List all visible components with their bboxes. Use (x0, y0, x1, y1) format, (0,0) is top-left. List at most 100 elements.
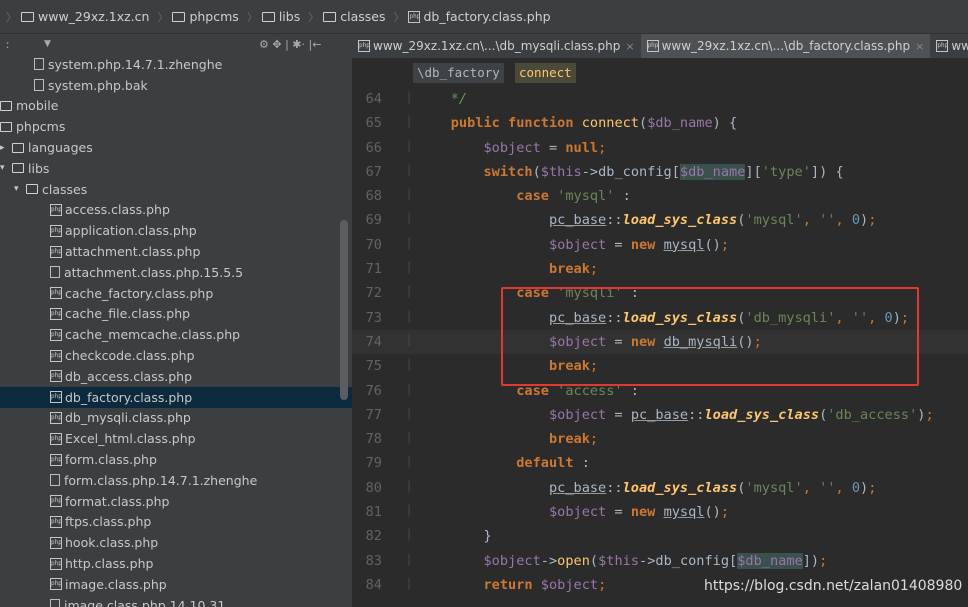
breadcrumb-item[interactable]: 〉 libs (241, 9, 302, 25)
chevron-down-icon[interactable]: ▼ (44, 39, 51, 49)
fold-marker-icon[interactable]: │ (406, 524, 412, 548)
code-token: , (802, 479, 820, 496)
line-number: 80 (365, 479, 382, 496)
tree-item[interactable]: php http.class.php (0, 553, 352, 574)
toolbar-icons[interactable]: ⚙ ✥ | ✱· |← (259, 38, 321, 51)
breadcrumb-item[interactable]: 〉 php db_factory.class.php (387, 9, 552, 25)
editor-tab[interactable]: php www_29xz.1xz.cn\...\db_factory.class.… (640, 34, 931, 58)
expand-arrow-icon[interactable]: ▾ (0, 163, 12, 173)
method-crumb[interactable]: connect (515, 63, 576, 83)
tree-item[interactable]: php checkcode.class.php (0, 345, 352, 366)
collapse-arrow-icon[interactable]: ▸ (0, 143, 12, 153)
editor-tab[interactable]: phpwww (930, 34, 968, 58)
code-line[interactable]: 79 │ default : (352, 451, 968, 475)
fold-marker-icon[interactable]: │ (406, 379, 412, 403)
tree-item[interactable]: php application.class.php (0, 220, 352, 241)
close-icon[interactable]: × (625, 40, 634, 53)
code-line[interactable]: 78 │ break; (352, 427, 968, 451)
code-text: break; (418, 427, 598, 451)
fold-marker-icon[interactable]: │ (406, 184, 412, 208)
tree-item[interactable]: php db_access.class.php (0, 366, 352, 387)
fold-marker-icon[interactable]: │ (406, 87, 412, 111)
sidebar-dropdown[interactable]: ː (6, 38, 10, 51)
tree-item[interactable]: php format.class.php (0, 491, 352, 512)
tree-item[interactable]: ▸ languages (0, 137, 352, 158)
tree-item[interactable]: php ftps.class.php (0, 512, 352, 533)
tree-item[interactable]: php db_mysqli.class.php (0, 408, 352, 429)
breadcrumb-item[interactable]: 〉 www_29xz.1xz.cn (0, 9, 151, 25)
fold-marker-icon[interactable]: │ (406, 208, 412, 232)
line-number: 81 (365, 504, 382, 521)
code-line[interactable]: 66 │ $object = null; (352, 136, 968, 160)
code-line[interactable]: 71 │ break; (352, 257, 968, 281)
code-line[interactable]: 64 │ */ (352, 87, 968, 111)
breadcrumb-item[interactable]: 〉 classes (302, 9, 387, 25)
editor-tab[interactable]: php www_29xz.1xz.cn\...\db_mysqli.class.p… (352, 34, 641, 58)
tree-item[interactable]: system.php.bak (0, 75, 352, 96)
tree-item[interactable]: php cache_file.class.php (0, 304, 352, 325)
tree-item[interactable]: php attachment.class.php (0, 241, 352, 262)
class-crumb[interactable]: \db_factory (413, 63, 504, 83)
code-token: $object (548, 406, 607, 423)
fold-marker-icon[interactable]: │ (406, 330, 412, 354)
chevron-right-icon: 〉 (246, 10, 258, 24)
tree-item[interactable]: php cache_memcache.class.php (0, 324, 352, 345)
code-token: ; (598, 139, 607, 156)
code-token: $object (548, 236, 607, 253)
fold-marker-icon[interactable]: │ (406, 427, 412, 451)
tree-item[interactable]: system.php.14.7.1.zhenghe (0, 54, 352, 75)
close-icon[interactable]: × (915, 40, 924, 53)
fold-marker-icon[interactable]: │ (406, 160, 412, 184)
tree-item[interactable]: php cache_factory.class.php (0, 283, 352, 304)
fold-marker-icon[interactable]: │ (406, 476, 412, 500)
tree-item[interactable]: php access.class.php (0, 200, 352, 221)
code-line[interactable]: 65 │ public function connect($db_name) { (352, 111, 968, 135)
fold-marker-icon[interactable]: │ (406, 451, 412, 475)
fold-marker-icon[interactable]: │ (406, 233, 412, 257)
tree-item[interactable]: form.class.php.14.7.1.zhenghe (0, 470, 352, 491)
fold-marker-icon[interactable]: │ (406, 549, 412, 573)
breadcrumb-item[interactable]: 〉 phpcms (151, 9, 240, 25)
tree-item[interactable]: phpcms (0, 116, 352, 137)
fold-marker-icon[interactable]: │ (406, 500, 412, 524)
fold-marker-icon[interactable]: │ (406, 354, 412, 378)
code-line[interactable]: 70 │ $object = new mysql(); (352, 233, 968, 257)
code-token: :: (606, 479, 623, 496)
tree-item[interactable]: php db_factory.class.php (0, 386, 352, 408)
code-line[interactable]: 82 │ } (352, 524, 968, 548)
line-number: 69 (365, 212, 382, 229)
code-token: open (557, 552, 590, 569)
fold-marker-icon[interactable]: │ (406, 136, 412, 160)
tree-item[interactable]: php hook.class.php (0, 532, 352, 553)
tree-item[interactable]: ▾ classes (0, 179, 352, 200)
code-token: break (548, 261, 590, 278)
code-line[interactable]: 83 │ $object->open($this->db_config[$db_n… (352, 549, 968, 573)
fold-marker-icon[interactable]: │ (406, 573, 412, 597)
tree-item[interactable]: php form.class.php (0, 449, 352, 470)
tree-item[interactable]: php Excel_html.class.php (0, 428, 352, 449)
tree-item[interactable]: image.class.php.14.10.31 (0, 595, 352, 607)
fold-marker-icon[interactable]: │ (406, 281, 412, 305)
code-line[interactable]: 67 │ switch($this->db_config[$db_name]['t… (352, 160, 968, 184)
code-line[interactable]: 77 │ $object = pc_base::load_sys_class('d… (352, 403, 968, 427)
code-line[interactable]: 81 │ $object = new mysql(); (352, 500, 968, 524)
code-line[interactable]: 68 │ case 'mysql' : (352, 184, 968, 208)
project-tree: system.php.14.7.1.zhenghe system.php.bak m… (0, 54, 352, 607)
sidebar-scrollbar[interactable] (340, 220, 348, 400)
code-token: $db_name (737, 552, 803, 569)
tree-item[interactable]: php image.class.php (0, 574, 352, 595)
fold-marker-icon[interactable]: │ (406, 306, 412, 330)
fold-marker-icon[interactable]: │ (406, 111, 412, 135)
php-file-icon: php (408, 10, 421, 23)
expand-arrow-icon[interactable]: ▾ (14, 184, 26, 194)
tree-item[interactable]: ▾ libs (0, 158, 352, 179)
fold-marker-icon[interactable]: │ (406, 257, 412, 281)
sidebar-toolbar: ː ▼ ⚙ ✥ | ✱· |← (0, 34, 352, 54)
code-line[interactable]: 80 │ pc_base::load_sys_class('mysql', '',… (352, 476, 968, 500)
tree-item[interactable]: mobile (0, 96, 352, 117)
code-line[interactable]: 69 │ pc_base::load_sys_class('mysql', '',… (352, 208, 968, 232)
tree-item[interactable]: attachment.class.php.15.5.5 (0, 262, 352, 283)
php-file-icon: php (50, 245, 62, 258)
fold-marker-icon[interactable]: │ (406, 403, 412, 427)
